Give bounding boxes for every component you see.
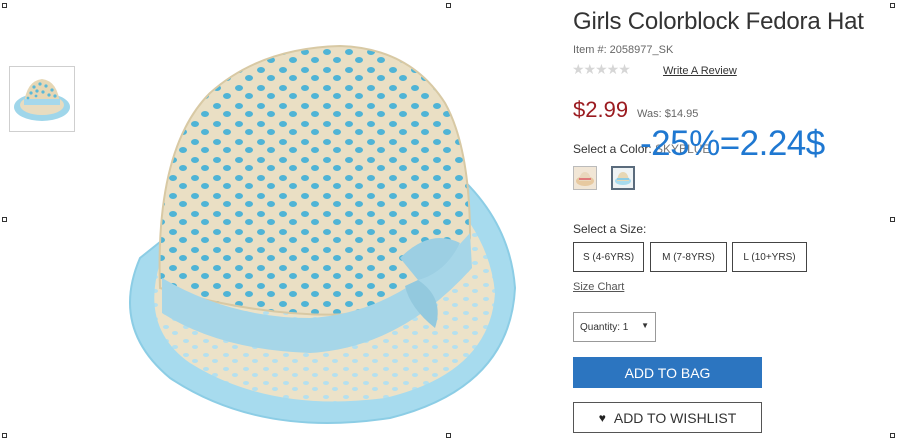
- was-price: Was: $14.95: [637, 108, 699, 120]
- selection-handle-tl[interactable]: [2, 3, 7, 8]
- product-main-image: [129, 44, 517, 424]
- swatch-hat-icon: [574, 167, 596, 189]
- write-review-link[interactable]: Write A Review: [663, 65, 737, 77]
- selection-handle-bl[interactable]: [2, 433, 7, 438]
- selection-handle-tr[interactable]: [890, 3, 895, 8]
- sale-price: $2.99: [573, 97, 629, 122]
- size-label: Select a Size:: [573, 222, 647, 236]
- discount-annotation: -25%=2.24$: [640, 124, 825, 163]
- product-thumbnail[interactable]: [9, 66, 75, 132]
- color-swatch-skyblue[interactable]: [611, 166, 635, 190]
- size-chart-link[interactable]: Size Chart: [573, 281, 624, 293]
- size-option-l[interactable]: L (10+YRS): [732, 242, 807, 272]
- selection-handle-mr[interactable]: [890, 217, 895, 222]
- rating-stars: ★★★★★: [572, 61, 631, 77]
- hat-thumbnail-image: [14, 79, 70, 121]
- chevron-down-icon: ▼: [641, 321, 649, 330]
- add-to-wishlist-label: ADD TO WISHLIST: [613, 409, 737, 426]
- quantity-value: Quantity: 1: [580, 321, 629, 333]
- color-swatch-multicolor[interactable]: [573, 166, 597, 190]
- add-to-wishlist-button[interactable]: ♥ ADD TO WISHLIST: [573, 402, 762, 433]
- swatch-hat-icon: [613, 168, 633, 188]
- size-option-s[interactable]: S (4-6YRS): [573, 242, 644, 272]
- selection-handle-ml[interactable]: [2, 217, 7, 222]
- quantity-select[interactable]: Quantity: 1 ▼: [573, 312, 656, 342]
- add-to-bag-button[interactable]: ADD TO BAG: [573, 357, 762, 388]
- size-option-m[interactable]: M (7-8YRS): [650, 242, 727, 272]
- product-title: Girls Colorblock Fedora Hat: [573, 8, 864, 35]
- selection-handle-tc[interactable]: [446, 3, 451, 8]
- heart-icon: ♥: [598, 410, 606, 425]
- selection-handle-br[interactable]: [890, 433, 895, 438]
- item-number: Item #: 2058977_SK: [573, 44, 674, 56]
